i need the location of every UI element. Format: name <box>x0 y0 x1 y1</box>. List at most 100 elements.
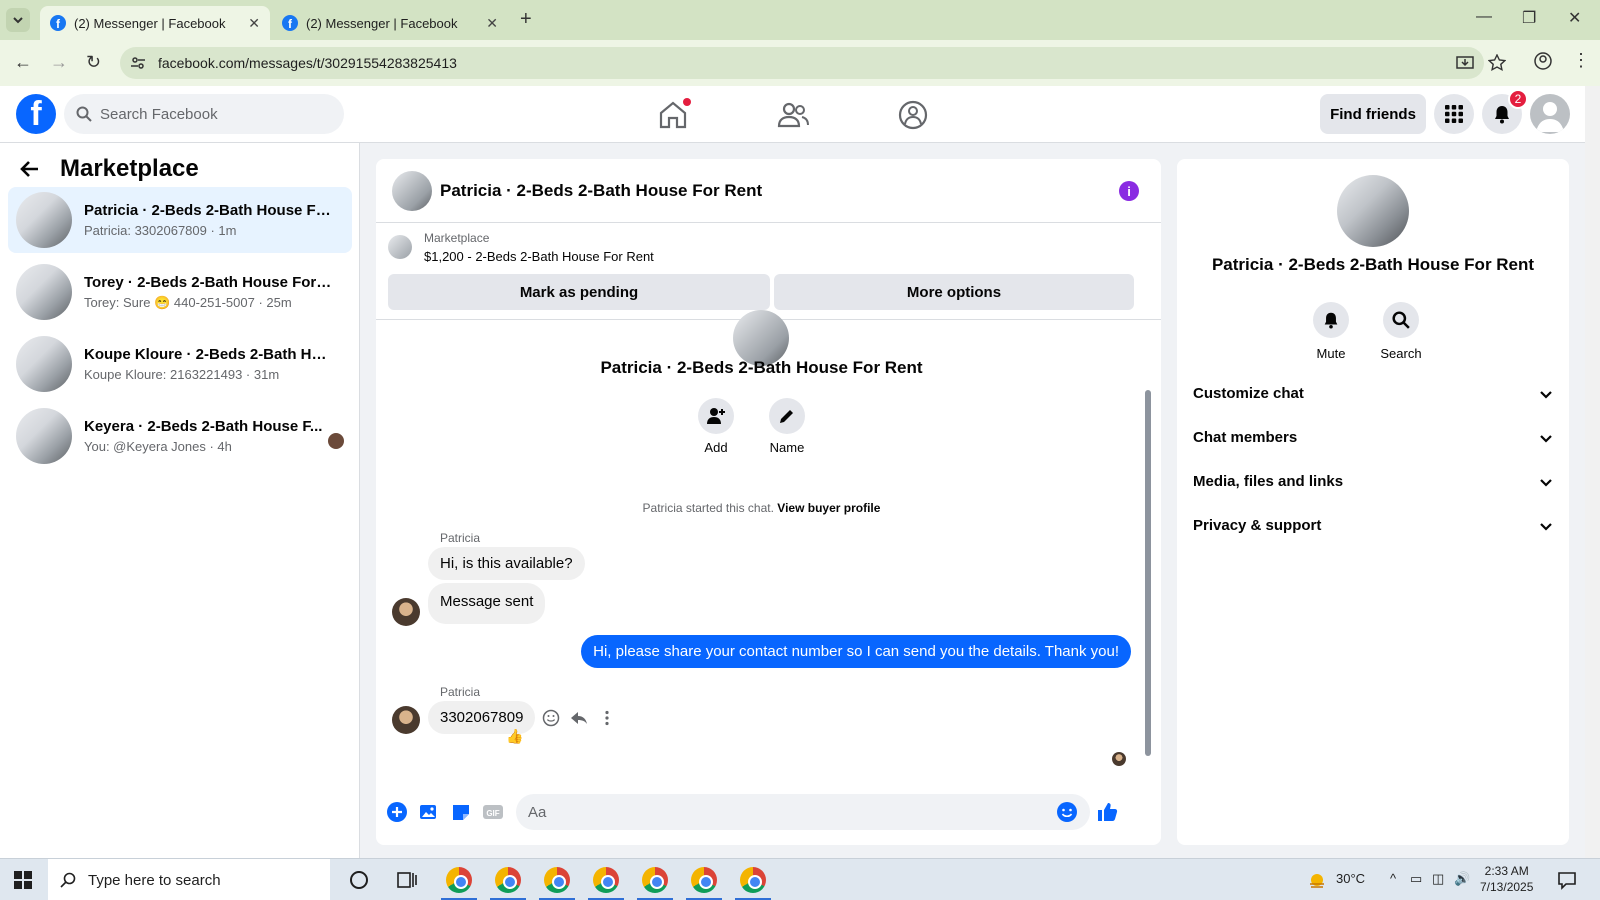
task-view-icon[interactable] <box>394 867 420 893</box>
reaction-thumbs-up-icon[interactable]: 👍 <box>506 728 523 745</box>
my-message-bubble[interactable]: Hi, please share your contact number so … <box>581 635 1131 668</box>
add-people-action[interactable]: Add <box>686 398 746 455</box>
privacy-support-row[interactable]: Privacy & support <box>1193 517 1553 534</box>
chat-members-row[interactable]: Chat members <box>1193 429 1553 446</box>
mute-action[interactable]: Mute <box>1303 302 1359 361</box>
menu-button[interactable] <box>1434 94 1474 134</box>
chrome-app-icon[interactable] <box>740 867 766 893</box>
facebook-favicon-icon: f <box>282 15 298 31</box>
conversation-item[interactable]: Koupe Kloure · 2-Beds 2-Bath Hou... Koup… <box>8 331 352 397</box>
message-input[interactable]: Aa <box>516 794 1090 830</box>
browser-menu-icon[interactable]: ⋮ <box>1572 50 1590 71</box>
bookmark-star-icon[interactable] <box>1488 54 1506 72</box>
sticker-icon[interactable] <box>450 801 472 823</box>
site-info-icon[interactable] <box>130 55 146 71</box>
install-app-icon[interactable] <box>1456 54 1474 72</box>
media-files-links-row[interactable]: Media, files and links <box>1193 473 1553 490</box>
conversation-name: Torey · 2-Beds 2-Bath House For R... <box>84 273 334 291</box>
find-friends-button[interactable]: Find friends <box>1320 94 1426 134</box>
browser-tab-active[interactable]: f (2) Messenger | Facebook ✕ <box>40 6 270 40</box>
sender-avatar[interactable] <box>392 598 420 626</box>
tab-close-icon[interactable]: ✕ <box>486 15 498 32</box>
chat-title[interactable]: Patricia · 2-Beds 2-Bath House For Rent <box>440 181 762 201</box>
chrome-app-icon[interactable] <box>544 867 570 893</box>
name-chat-action[interactable]: Name <box>757 398 817 455</box>
conversation-item[interactable]: Patricia · 2-Beds 2-Bath House For ... P… <box>8 187 352 253</box>
emoji-icon[interactable] <box>1056 801 1078 823</box>
tab-search-button[interactable] <box>6 8 30 32</box>
chat-details-panel: Patricia · 2-Beds 2-Bath House For Rent … <box>1177 159 1569 845</box>
photo-icon[interactable] <box>418 801 440 823</box>
message-thread[interactable]: Patricia · 2-Beds 2-Bath House For Rent … <box>376 310 1161 779</box>
add-label: Add <box>704 440 728 455</box>
chrome-app-icon[interactable] <box>495 867 521 893</box>
info-icon[interactable]: i <box>1119 181 1139 201</box>
page-scrollbar[interactable] <box>1585 86 1600 858</box>
meet-now-icon[interactable]: ◫ <box>1432 871 1444 887</box>
sender-avatar[interactable] <box>392 706 420 734</box>
new-tab-plus-icon[interactable]: + <box>520 8 532 31</box>
message-sender: Patricia <box>440 531 481 545</box>
notification-center-icon[interactable] <box>1556 869 1578 891</box>
message-bubble[interactable]: Message sent <box>428 583 546 624</box>
tab-title: (2) Messenger | Facebook <box>306 15 458 31</box>
section-label: Chat members <box>1193 429 1298 446</box>
back-arrow-icon[interactable] <box>20 159 40 179</box>
default-avatar-icon <box>1536 102 1564 132</box>
chrome-app-icon[interactable] <box>691 867 717 893</box>
browser-tab[interactable]: f (2) Messenger | Facebook ✕ <box>272 6 508 40</box>
chrome-app-icon[interactable] <box>446 867 472 893</box>
time-text: 2:33 AM <box>1484 864 1529 878</box>
conversation-name: Patricia · 2-Beds 2-Bath House For ... <box>84 202 334 219</box>
restore-icon[interactable]: ❐ <box>1522 8 1536 28</box>
conversation-snippet: Koupe Kloure: 2163221493 · 31m <box>84 367 280 382</box>
more-vertical-icon[interactable] <box>598 709 616 727</box>
plus-circle-icon[interactable] <box>386 801 408 823</box>
facebook-logo[interactable]: f <box>16 94 56 134</box>
friends-icon[interactable] <box>776 98 810 132</box>
thumbs-up-icon[interactable] <box>1096 801 1118 823</box>
marketplace-listing-bar[interactable]: Marketplace $1,200 - 2-Beds 2-Bath House… <box>388 231 654 264</box>
reload-icon[interactable]: ↻ <box>86 52 101 73</box>
view-buyer-profile-link[interactable]: View buyer profile <box>777 501 880 515</box>
search-input[interactable]: Search Facebook <box>64 94 344 134</box>
listing-thumbnail <box>16 192 72 248</box>
message-bubble[interactable]: Hi, is this available? <box>428 547 585 580</box>
customize-chat-row[interactable]: Customize chat <box>1193 385 1553 402</box>
more-options-button[interactable]: More options <box>774 274 1134 310</box>
message-composer: GIF Aa <box>376 779 1161 845</box>
clock[interactable]: 2:33 AM 7/13/2025 <box>1480 863 1533 895</box>
cortana-icon[interactable] <box>346 867 372 893</box>
groups-icon[interactable] <box>896 98 930 132</box>
conversation-item[interactable]: Keyera · 2-Beds 2-Bath House F... You: @… <box>8 403 352 469</box>
react-smiley-icon[interactable] <box>542 709 560 727</box>
forward-arrow-icon[interactable]: → <box>50 52 68 73</box>
chat-avatar[interactable] <box>392 170 432 211</box>
search-action[interactable]: Search <box>1373 302 1429 361</box>
chrome-app-icon[interactable] <box>642 867 668 893</box>
details-avatar[interactable] <box>1337 175 1409 247</box>
temperature-text[interactable]: 30°C <box>1336 871 1365 886</box>
volume-icon[interactable]: 🔊 <box>1454 871 1470 887</box>
gif-icon[interactable]: GIF <box>482 801 504 823</box>
reply-icon[interactable] <box>570 709 588 727</box>
conversation-item[interactable]: Torey · 2-Beds 2-Bath House For R... Tor… <box>8 259 352 325</box>
network-icon[interactable]: ▭ <box>1410 871 1422 887</box>
back-arrow-icon[interactable]: ← <box>14 52 32 73</box>
thread-scrollbar[interactable] <box>1145 390 1151 756</box>
chat-hero-name: Patricia · 2-Beds 2-Bath House For Rent <box>600 358 923 377</box>
mark-as-pending-button[interactable]: Mark as pending <box>388 274 770 310</box>
profile-icon[interactable] <box>1534 52 1552 70</box>
address-bar[interactable]: facebook.com/messages/t/3029155428382541… <box>120 47 1506 79</box>
show-hidden-icons-icon[interactable]: ^ <box>1390 871 1396 886</box>
weather-icon[interactable] <box>1306 869 1328 891</box>
section-label: Customize chat <box>1193 385 1304 402</box>
chevron-down-icon <box>13 17 23 24</box>
tab-close-icon[interactable]: ✕ <box>248 15 260 32</box>
account-avatar[interactable] <box>1530 94 1570 134</box>
window-close-icon[interactable]: ✕ <box>1568 8 1581 28</box>
windows-start-icon[interactable] <box>14 871 32 889</box>
chrome-app-icon[interactable] <box>593 867 619 893</box>
minimize-icon[interactable]: — <box>1476 8 1492 26</box>
taskbar-search-input[interactable]: Type here to search <box>48 859 330 900</box>
